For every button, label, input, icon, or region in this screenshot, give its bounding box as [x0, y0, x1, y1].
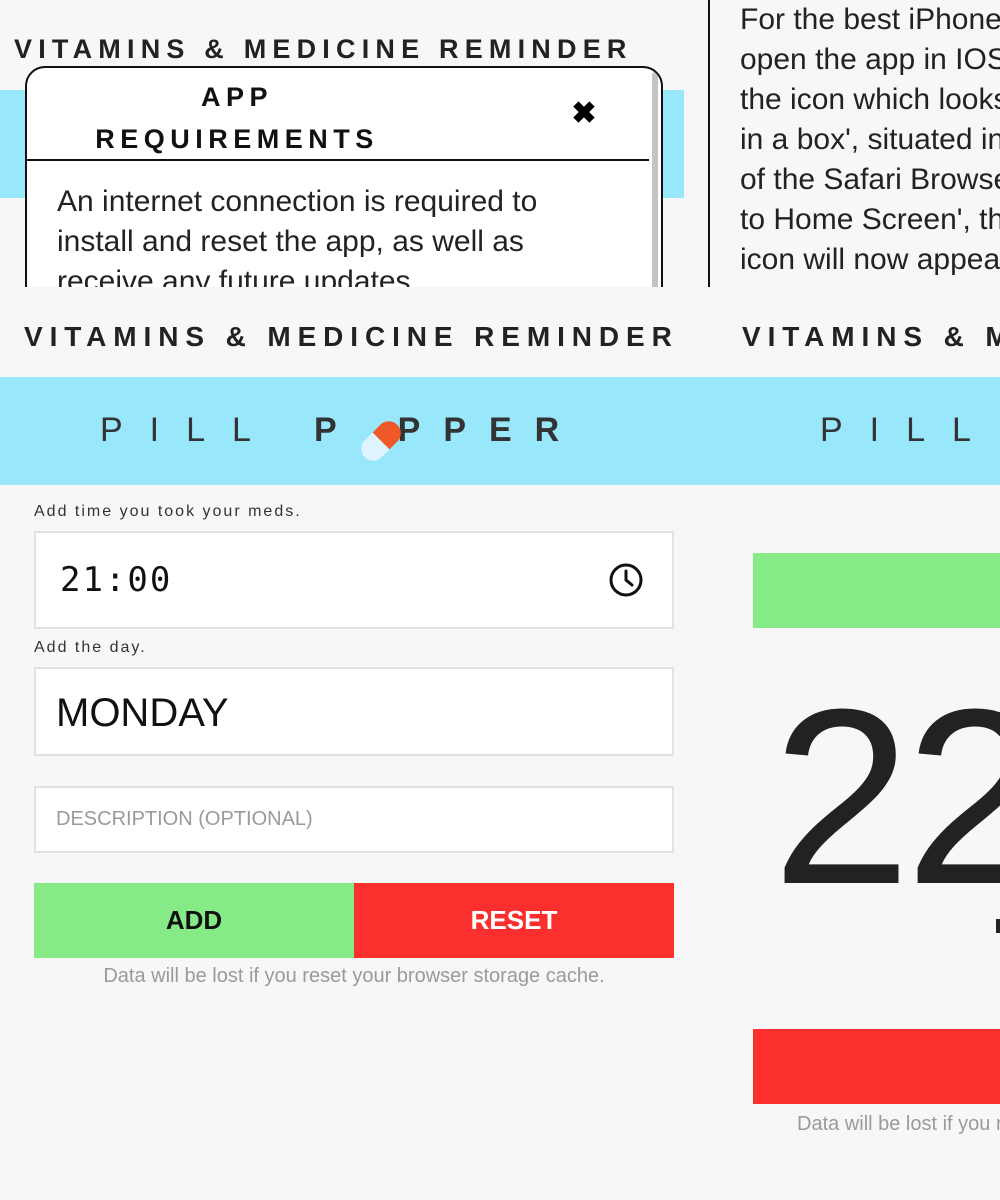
panel-modal-view: VITAMINS & MEDICINE REMINDER APP REQUIRE… — [0, 0, 708, 287]
time-label: Add time you took your meds. — [34, 503, 302, 520]
modal-title: APP REQUIREMENTS — [57, 76, 417, 160]
logo-word-pill: PILL — [100, 411, 278, 449]
app-requirements-modal: APP REQUIREMENTS ✖ An internet connectio… — [25, 66, 663, 287]
storage-warning: Data will be lost if you reset your brow… — [103, 965, 605, 987]
day-value: MONDAY — [56, 691, 229, 735]
storage-warning: Data will be lost if you reset your brow… — [797, 1113, 1000, 1135]
logo-word-popper-start: P — [313, 411, 360, 449]
app-header: VITAMINS & MEDICINE REMINDER — [14, 34, 633, 64]
instructions-line: open the app in IOS Safari, tap — [740, 43, 1000, 76]
app-header: VITAMINS & MEDICINE REMINDER — [24, 321, 679, 352]
modal-title-line1: APP — [200, 82, 274, 112]
small-mark — [996, 919, 1000, 933]
modal-body: An internet connection is required to in… — [57, 185, 538, 287]
app-logo: PILL — [820, 411, 998, 450]
logo-word-popper-end: PPER — [397, 411, 583, 449]
reset-button[interactable]: RESET — [354, 883, 674, 958]
panel-display: VITAMINS & MEDICINE REMINDER PILL 22 Dat… — [710, 287, 1000, 1200]
instructions-line: icon will now appear — [740, 243, 1000, 276]
instructions-line: in a box', situated in the bottom — [740, 123, 1000, 156]
modal-divider — [27, 159, 649, 161]
screenshot-collage: VITAMINS & MEDICINE REMINDER APP REQUIRE… — [0, 0, 1000, 1200]
close-icon[interactable]: ✖ — [569, 94, 599, 134]
app-logo: PILL P PPER — [100, 411, 582, 450]
modal-title-line2: REQUIREMENTS — [95, 124, 379, 154]
panel-instructions: For the best iPhone experience, open the… — [710, 0, 1000, 287]
time-value: 21:00 — [60, 560, 173, 600]
reset-button[interactable] — [753, 1029, 1000, 1104]
app-header: VITAMINS & MEDICINE REMINDER — [742, 321, 1000, 352]
day-select[interactable]: MONDAY — [34, 667, 674, 756]
description-input[interactable] — [36, 788, 672, 851]
instructions-line: For the best iPhone experience, — [740, 3, 1000, 36]
time-input[interactable]: 21:00 — [34, 531, 674, 629]
instructions-line: the icon which looks like 'arrow — [740, 83, 1000, 116]
big-counter: 22 — [772, 657, 1000, 936]
instructions-line: of the Safari Browser, tap 'Add — [740, 163, 1000, 196]
add-button[interactable]: ADD — [34, 883, 354, 958]
instructions-line: to Home Screen', the app — [740, 203, 1000, 236]
clock-icon[interactable] — [608, 562, 644, 598]
add-button[interactable] — [753, 553, 1000, 628]
description-field[interactable] — [34, 786, 674, 853]
logo-word-pill: PILL — [820, 411, 998, 449]
day-label: Add the day. — [34, 639, 147, 656]
panel-form: VITAMINS & MEDICINE REMINDER PILL P PPER A… — [0, 287, 710, 1200]
modal-scrollbar[interactable] — [652, 72, 658, 287]
instructions-text: For the best iPhone experience, open the… — [740, 0, 1000, 280]
